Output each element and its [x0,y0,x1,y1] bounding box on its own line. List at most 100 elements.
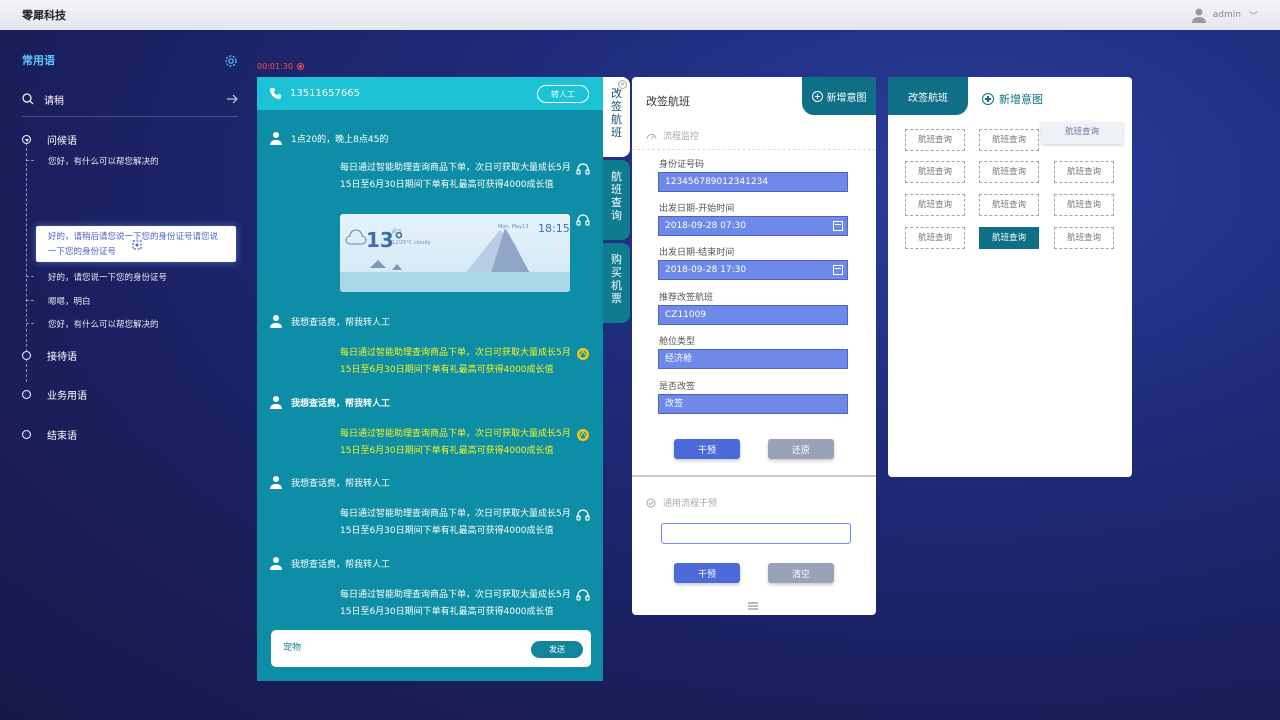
add-intent-button-2[interactable]: 新增意图 [982,91,1043,107]
depart-end-field[interactable]: 2018-09-28 17:30 [658,260,848,280]
clear-button[interactable]: 清空 [768,563,834,583]
bot-message: 每日通过智能助理查询商品下单，次日可获取大量成长5月15日至6月30日期间下单有… [340,509,571,536]
section-label: 流程监控 [663,132,700,142]
group-label: 问候语 [47,136,77,147]
intent-panel: 改签航班 新增意图 航班查询 航班查询 航班查询 航班查询 航班查询 航班查询 … [888,77,1132,477]
call-timer: 00:01:30 [257,62,304,71]
group-business[interactable]: 业务用语 [22,387,87,402]
gauge-icon [646,133,657,139]
weather-range: 12/25°C cloudy [392,240,431,246]
intent-chip[interactable]: 航班查询 [905,227,965,249]
intent-chip-active[interactable]: 航班查询 [979,227,1039,249]
field-label: 舱位类型 [659,337,696,347]
user-message: 1点20的，晚上8点45的 [269,131,388,145]
phrase-item[interactable]: 好的，请您说一下您的身份证号 [25,271,167,283]
gear-icon[interactable] [224,54,238,68]
tab-change-flight[interactable]: 改签航班 × [603,77,630,157]
tree-line [26,138,27,382]
phrase-item[interactable]: 您好，有什么可以帮您解决的 [26,155,159,167]
message-text: 我想查话费，帮我转人工 [291,317,391,328]
chat-header: 13511657665 转人工 [257,77,603,110]
user-icon [270,132,282,145]
headset-icon [576,163,590,175]
chevron-down-icon: ﹀ [1248,11,1258,22]
user-message: 我想查话费，帮我转人工 [269,395,390,409]
phrase-item[interactable]: 您好，有什么可以帮您解决的 [26,318,159,330]
chat-input-box: 发送 [271,630,591,667]
close-icon[interactable]: × [618,80,627,89]
chat-panel: 13511657665 转人工 1点20的，晚上8点45的 每日通过智能助理查询… [257,77,603,681]
intent-chip[interactable]: 航班查询 [979,161,1039,183]
user-message: 我想查话费，帮我转人工 [269,556,390,570]
brand-logo: 零犀科技 [22,9,66,22]
cabin-type-field[interactable]: 经济舱 [658,349,848,369]
tab-intent-change-flight[interactable]: 改签航班 [888,77,968,115]
search-input[interactable] [44,93,204,105]
field-value: 2018-09-28 17:30 [665,265,747,275]
expand-icon [22,430,31,439]
intent-chip[interactable]: 航班查询 [1054,227,1114,249]
intent-chip-dragging[interactable]: 航班查询 [1041,122,1123,144]
change-flag-field[interactable]: 改签 [658,394,848,414]
restore-button[interactable]: 还原 [768,439,834,459]
drag-handle-icon[interactable] [748,602,758,610]
depart-start-field[interactable]: 2018-09-28 07:30 [658,216,848,236]
bot-message-highlight: 每日通过智能助理查询商品下单，次日可获取大量成长5月15日至6月30日期间下单有… [340,348,571,375]
id-number-field[interactable]: 123456789012341234 [658,172,848,192]
user-menu[interactable]: admin ﹀ [1191,0,1258,30]
send-button[interactable]: 发送 [531,641,583,658]
weather-city: 武汉 [392,229,403,235]
slot-form-panel: 改签航班 新增意图 流程监控 身份证号码 123456789012341234 … [632,77,876,615]
caller-number: 13511657665 [290,88,360,99]
tab-buy-ticket[interactable]: 购买机票 [603,243,630,323]
recommend-flight-field[interactable]: CZ11009 [658,305,848,325]
group-greeting[interactable]: 问候语 [22,132,77,147]
calendar-icon[interactable] [833,221,843,231]
intent-chip[interactable]: 航班查询 [979,129,1039,151]
intent-chip[interactable]: 航班查询 [905,194,965,216]
group-label: 接待语 [47,352,77,363]
section-flow-monitor: 流程监控 [646,129,699,142]
weather-date: Mon. May13 [498,224,529,230]
tab-flight-query[interactable]: 航班查询 [603,160,630,240]
expand-icon [22,390,31,399]
section-label: 通用流程干预 [663,499,718,509]
weather-time: 18:15 [538,222,570,235]
divider [632,149,876,150]
divider [22,116,238,117]
panel-splitter[interactable] [632,475,876,477]
message-text: 我想查话费，帮我转人工 [291,478,391,489]
phrase-sidebar: 常用语 问候语 您好，有什么可以帮您解决的 好的，请稍后请您说一下您的身份证号请… [22,52,238,442]
intervene-button[interactable]: 干预 [674,439,740,459]
intent-chip[interactable]: 航班查询 [979,194,1039,216]
intervene-button-2[interactable]: 干预 [674,563,740,583]
group-reception[interactable]: 接待语 [22,348,77,363]
group-closing[interactable]: 结束语 [22,427,77,442]
intent-chip[interactable]: 航班查询 [905,129,965,151]
user-icon [270,396,282,409]
calendar-icon[interactable] [833,265,843,275]
chat-input[interactable] [283,641,503,651]
record-icon [296,63,304,70]
top-bar: 零犀科技 admin ﹀ [0,0,1280,30]
add-intent-label: 新增意图 [826,92,867,104]
plus-circle-icon [811,90,823,102]
transfer-human-button[interactable]: 转人工 [537,85,589,103]
phrase-item-selected[interactable]: 好的，请稍后请您说一下您的身份证号请您说一下您的身份证号 [36,226,236,262]
expand-icon [22,135,31,144]
group-label: 业务用语 [47,391,87,402]
add-intent-label: 新增意图 [999,93,1043,106]
form-title: 改签航班 [646,95,690,108]
message-text: 我想查话费，帮我转人工 [291,398,391,409]
intent-chip[interactable]: 航班查询 [905,161,965,183]
intent-chip[interactable]: 航班查询 [1054,161,1114,183]
intent-chip[interactable]: 航班查询 [1054,194,1114,216]
add-intent-button[interactable]: 新增意图 [802,77,876,115]
group-label: 结束语 [47,431,77,442]
field-label: 是否改签 [659,382,696,392]
phrase-item[interactable]: 嗯嗯，明白 [26,295,91,307]
arrow-right-icon[interactable] [226,94,238,104]
intervene-text-input[interactable] [661,523,851,544]
user-message: 我想查话费，帮我转人工 [269,314,390,328]
robot-icon [577,429,589,441]
